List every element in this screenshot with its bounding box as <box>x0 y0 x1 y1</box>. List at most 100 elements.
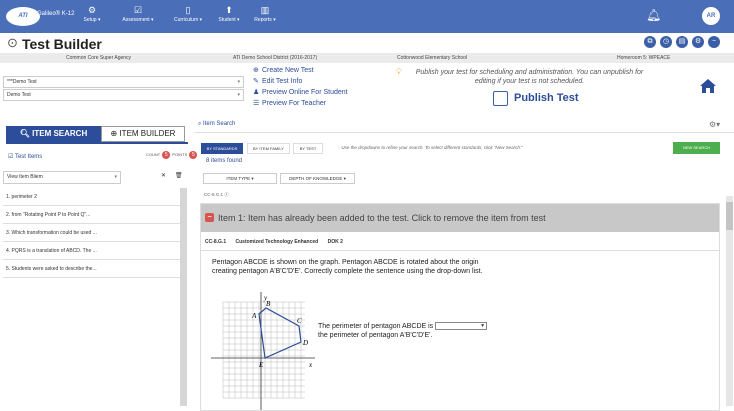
left-scrollbar[interactable] <box>180 188 187 406</box>
list-item[interactable]: 1. perimeter 2 <box>3 188 180 206</box>
nav-assessment[interactable]: ☑ Assessment ▾ <box>110 5 166 23</box>
test-items-label: Test Items <box>14 154 43 160</box>
top-navigation-bar: ATI Galileo® K-12 ⚙ Setup ▾ ☑ Assessment… <box>0 0 734 33</box>
graph-label-c: C <box>297 317 302 325</box>
nav-reports[interactable]: ▥ Reports ▾ <box>237 5 293 23</box>
district-label: ATI Demo School District (2016-2017) <box>233 55 318 61</box>
settings-icon[interactable]: ⚙ <box>692 36 704 48</box>
chevron-down-icon: ▾ <box>237 92 240 98</box>
item-type-dropdown[interactable]: ITEM TYPE ▾ <box>203 173 277 184</box>
home-icon[interactable] <box>700 79 716 95</box>
depth-of-knowledge-dropdown[interactable]: DEPTH OF KNOWLEDGE ▾ <box>280 173 355 184</box>
gear-icon[interactable]: ⚙▾ <box>709 120 720 129</box>
item-card: − Item 1: Item has already been added to… <box>200 203 720 411</box>
points-badge: 5 <box>189 151 198 159</box>
count-badge: 5 <box>162 151 171 159</box>
answer-dropdown[interactable]: ▼ <box>435 322 488 331</box>
tab-by-standards[interactable]: BY STANDARDS <box>201 143 243 154</box>
graph-label-e: E <box>258 361 264 369</box>
plus-circle-icon: ⊕ <box>253 67 259 74</box>
list-icon: ☰ <box>253 100 260 107</box>
view-item-select-value: View Item Bliem <box>7 174 43 180</box>
test-select-1-value: ***Demo Test <box>7 79 37 85</box>
copy-icon[interactable]: ⧉ <box>644 36 656 48</box>
divider <box>201 250 719 251</box>
bell-icon[interactable]: 🔔︎ <box>646 8 661 22</box>
chevron-down-icon: ▾ <box>237 79 240 85</box>
create-new-test-link[interactable]: ⊕ Create New Test <box>253 66 314 74</box>
agency-label: Common Core Super Agency <box>66 55 132 61</box>
item-search-label[interactable]: ⌕ Item Search <box>198 121 235 128</box>
graph-label-x: x <box>308 361 313 369</box>
item-standard: CC-8.G.1 <box>205 239 227 245</box>
checkbox-icon <box>493 91 508 106</box>
scrollbar-thumb[interactable] <box>726 202 733 230</box>
list-item[interactable]: 4. PQRS is a translation of ABCD. The ..… <box>3 242 180 260</box>
page-header: ⊙ Test Builder ⧉ ◷ ▤ ⚙ − <box>0 33 734 53</box>
publish-test-button[interactable]: Publish Test <box>493 90 611 108</box>
points-label: POINTS <box>172 152 188 158</box>
tab-item-builder[interactable]: ⊕ ITEM BUILDER <box>101 126 185 142</box>
new-search-button[interactable]: NEW SEARCH <box>673 142 720 154</box>
view-item-select[interactable]: View Item Bliem ▾ <box>3 171 121 184</box>
filter-hint-text: Use the dropdowns to refine your search.… <box>341 145 523 150</box>
graph-label-b: B <box>266 300 271 308</box>
preview-student-link[interactable]: ♟ Preview Online For Student <box>253 88 348 96</box>
test-select-2[interactable]: Demo Test ▾ <box>3 89 244 101</box>
added-item-banner-text: Item 1: Item has already been added to t… <box>218 213 546 223</box>
items-found-count: 8 items found <box>206 158 243 164</box>
list-item[interactable]: 5. Students were asked to describe the..… <box>3 260 180 278</box>
count-label: COUNT <box>146 152 161 158</box>
graph-label-d: D <box>302 339 308 347</box>
preview-student-label: Preview Online For Student <box>262 89 348 96</box>
pentagon-abcde <box>258 307 302 359</box>
shuffle-icon[interactable]: ✕ <box>161 172 166 179</box>
answer-post-text: the perimeter of pentagon A'B'C'D'E'. <box>318 332 433 339</box>
trash-icon[interactable]: 🗑︎ <box>175 172 183 179</box>
pencil-icon: ✎ <box>253 78 259 85</box>
preview-teacher-link[interactable]: ☰ Preview For Teacher <box>253 99 326 107</box>
item-meta-row: CC-8.G.1 Customized Technology Enhanced … <box>205 239 351 245</box>
answer-sentence: The perimeter of pentagon ABCDE is ▼ the… <box>318 322 518 340</box>
student-icon: ♟ <box>253 89 260 96</box>
tab-by-test[interactable]: BY TEST <box>293 143 323 154</box>
item-search-text: Item Search <box>203 121 236 127</box>
lightbulb-icon: 💡︎ <box>396 67 402 76</box>
item-type: Customized Technology Enhanced <box>235 239 319 245</box>
filter-hint: 💡︎ Use the dropdowns to refine your sear… <box>337 145 523 150</box>
edit-test-info-link[interactable]: ✎ Edit Test Info <box>253 77 302 85</box>
nav-assessment-label: Assessment ▾ <box>122 17 154 23</box>
nav-reports-label: Reports ▾ <box>254 17 276 23</box>
standard-chip[interactable]: CC-8.G.1 ⓧ <box>204 192 229 198</box>
page-title: Test Builder <box>22 36 102 52</box>
tab-underline <box>6 142 188 144</box>
location-pin-icon: ⊙ <box>7 35 18 50</box>
list-item[interactable]: 3. Which transformation could be used ..… <box>3 224 180 242</box>
nav-curriculum-label: Curriculum ▾ <box>173 17 203 23</box>
print-icon[interactable]: ▤ <box>676 36 688 48</box>
chevron-down-icon: ▾ <box>114 174 117 180</box>
graph-label-a: A <box>251 312 257 320</box>
test-select-2-value: Demo Test <box>7 92 31 98</box>
chevron-down-icon: ▼ <box>480 323 486 330</box>
context-bar: Common Core Super Agency ATI Demo School… <box>0 53 734 63</box>
tab-item-search-label: ITEM SEARCH <box>32 129 88 138</box>
list-item[interactable]: 2. from "Rotating Point P to Point Q"... <box>3 206 180 224</box>
bar-chart-icon: ▥ <box>260 5 270 15</box>
publish-hint: Publish your test for scheduling and adm… <box>415 69 644 85</box>
history-icon[interactable]: ◷ <box>660 36 672 48</box>
test-select-1[interactable]: ***Demo Test ▾ <box>3 76 244 88</box>
test-items-heading: ☑ Test Items <box>8 153 42 160</box>
tab-item-builder-label: ITEM BUILDER <box>119 129 176 138</box>
answer-pre-text: The perimeter of pentagon ABCDE is <box>318 323 434 330</box>
tab-item-search[interactable]: 🔍︎ ITEM SEARCH <box>6 126 101 142</box>
added-item-banner[interactable]: − Item 1: Item has already been added to… <box>201 204 719 232</box>
tab-by-item-family[interactable]: BY ITEM FAMILY <box>247 143 290 154</box>
close-icon[interactable]: − <box>708 36 720 48</box>
avatar[interactable]: AR <box>702 7 720 25</box>
remove-icon[interactable]: − <box>205 213 214 222</box>
create-new-test-label: Create New Test <box>262 67 314 74</box>
publish-test-label: Publish Test <box>514 92 579 104</box>
right-scrollbar[interactable] <box>726 196 733 406</box>
item-prompt: Pentagon ABCDE is shown on the graph. Pe… <box>212 259 483 275</box>
